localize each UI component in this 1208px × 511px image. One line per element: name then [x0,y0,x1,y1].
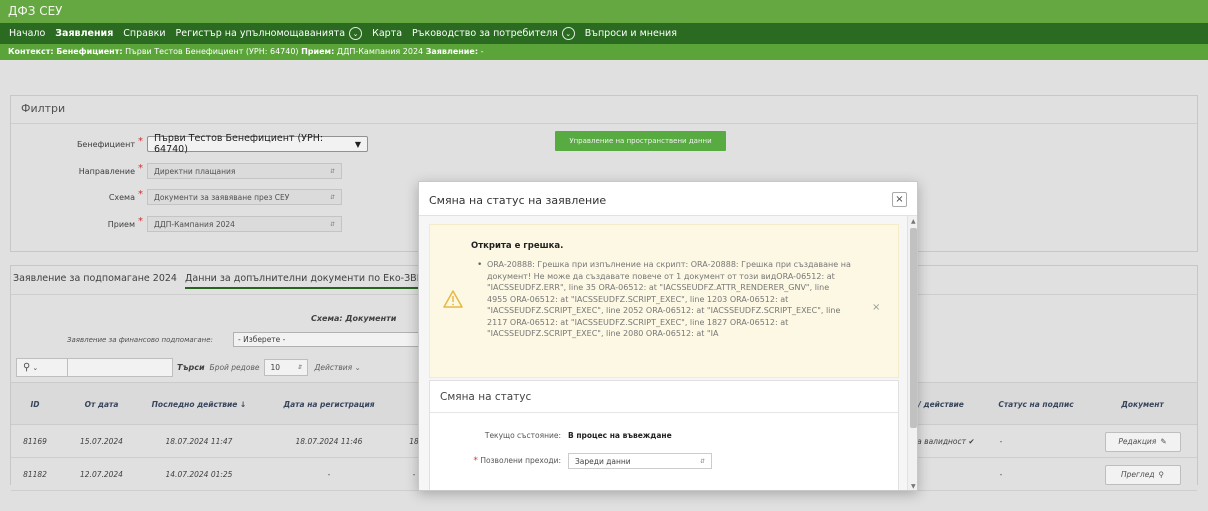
nav-item-authorizations-label: Регистър на упълномощаванията [175,28,346,39]
context-application-label: Заявление: [425,47,479,56]
scroll-thumb[interactable] [910,228,917,428]
nav-item-home[interactable]: Начало [4,28,50,39]
scroll-up-icon[interactable]: ▲ [911,218,916,225]
nav-item-map[interactable]: Карта [367,28,407,39]
main-navbar: Начало Заявления Справки Регистър на упъ… [0,23,1208,44]
error-alert: Открита е грешка. • ORA-20888: Грешка пр… [429,224,899,378]
context-application-value: - [480,47,484,56]
context-bar: Контекст: Бенефициент: Първи Тестов Бене… [0,44,1208,60]
modal-body: Открита е грешка. • ORA-20888: Грешка пр… [419,216,907,490]
transitions-select-value: Зареди данни [575,456,631,466]
chevron-down-icon[interactable]: ⌄ [349,27,363,40]
nav-item-user-guide-label: Ръководство за потребителя [412,28,558,39]
alert-bullet: • [477,260,483,270]
context-campaign-label: Прием: [301,47,335,56]
modal-close-button[interactable]: × [892,192,907,207]
context-campaign-value: ДДП-Кампания 2024 [336,47,424,56]
nav-item-authorizations[interactable]: Регистър на упълномощаванията ⌄ [171,27,368,40]
status-change-card: Смяна на статус Текущо състояние: В проц… [429,380,899,490]
app-title: ДФЗ СЕУ [0,0,1208,23]
status-change-modal: Смяна на статус на заявление × Открита е… [418,181,918,491]
alert-message: ORA-20888: Грешка при изпълнение на скри… [487,260,851,338]
status-card-divider [430,412,898,413]
nav-item-applications[interactable]: Заявления [50,28,118,39]
nav-item-questions[interactable]: Въпроси и мнения [580,28,682,39]
alert-heading: Открита е грешка. [471,241,564,251]
transitions-row: * Позволени преходи: Зареди данни ⇵ [430,453,712,469]
modal-title: Смяна на статус на заявление [429,194,607,207]
current-status-row: Текущо състояние: В процес на въвеждане [430,427,672,443]
current-status-value: В процес на въвеждане [568,430,672,440]
context-beneficiary-value: Първи Тестов Бенефициент (УРН: 64740) [125,47,299,56]
modal-scrollbar[interactable]: ▲ ▼ [907,216,917,490]
warning-icon [443,290,463,311]
status-card-title: Смяна на статус [440,391,532,403]
required-marker: * [473,456,478,466]
scroll-down-icon[interactable]: ▼ [911,483,916,490]
caret-icon: ⇵ [699,457,705,465]
transitions-label: Позволени преходи: [480,456,561,465]
context-label: Контекст: [8,47,54,56]
nav-item-reports[interactable]: Справки [118,28,170,39]
transitions-select[interactable]: Зареди данни ⇵ [568,453,712,469]
context-beneficiary-label: Бенефициент: [56,47,123,56]
nav-item-user-guide[interactable]: Ръководство за потребителя ⌄ [407,27,580,40]
alert-close-button[interactable]: × [872,302,880,313]
chevron-down-icon[interactable]: ⌄ [561,27,575,40]
current-status-label: Текущо състояние: [484,430,561,440]
